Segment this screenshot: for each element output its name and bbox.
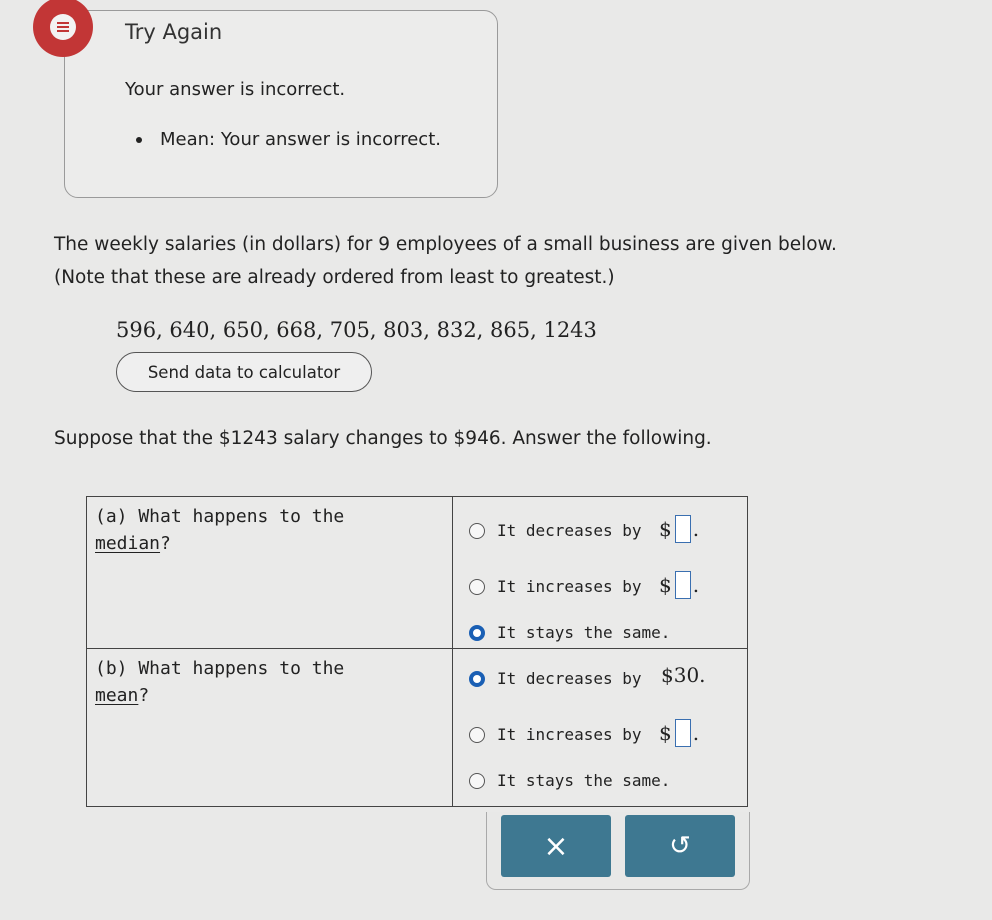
undo-icon: ↺	[669, 831, 691, 861]
part-b-option-same[interactable]: It stays the same.	[469, 771, 670, 790]
part-a-option-increase[interactable]: It increases by	[469, 577, 642, 596]
feedback-panel: Try Again Your answer is incorrect. Mean…	[33, 0, 498, 198]
dollar-sign: $	[659, 721, 672, 745]
action-bar: × ↺	[486, 812, 750, 890]
part-a-suffix: ?	[160, 533, 171, 554]
part-a-label: (a) What happens to the	[95, 506, 345, 527]
part-b-row: (b) What happens to the mean? It decreas…	[87, 649, 747, 806]
answer-table: (a) What happens to the median? It decre…	[86, 496, 748, 807]
answer-input-box[interactable]	[674, 571, 691, 599]
undo-button[interactable]: ↺	[625, 815, 735, 877]
problem-line-1: The weekly salaries (in dollars) for 9 e…	[54, 234, 837, 255]
option-label: It increases by	[497, 577, 642, 596]
radio-button[interactable]	[469, 772, 485, 789]
part-a-question: (a) What happens to the median?	[87, 497, 453, 648]
option-label: It decreases by	[497, 521, 642, 540]
answer-input-box[interactable]	[674, 719, 691, 747]
part-b-increase-amount: $.	[659, 719, 700, 747]
question-prompt: Suppose that the $1243 salary changes to…	[54, 428, 712, 449]
error-list-icon	[33, 0, 93, 57]
feedback-title: Try Again	[125, 20, 223, 44]
part-b-question: (b) What happens to the mean?	[87, 649, 453, 806]
median-link[interactable]: median	[95, 533, 160, 554]
dollar-sign: $	[659, 517, 672, 541]
dollar-sign: $	[659, 573, 672, 597]
part-a-row: (a) What happens to the median? It decre…	[87, 497, 747, 649]
option-label: It stays the same.	[497, 623, 671, 642]
radio-button[interactable]	[469, 578, 485, 595]
problem-statement: The weekly salaries (in dollars) for 9 e…	[54, 228, 954, 294]
part-a-option-same[interactable]: It stays the same.	[469, 623, 670, 642]
answer-input-box[interactable]	[674, 515, 691, 543]
feedback-bullet: Mean: Your answer is incorrect.	[136, 129, 441, 150]
option-label: It decreases by	[497, 669, 642, 688]
radio-button[interactable]	[469, 522, 485, 539]
part-b-label: (b) What happens to the	[95, 658, 345, 679]
mean-link[interactable]: mean	[95, 685, 138, 706]
send-to-calculator-button[interactable]: Send data to calculator	[116, 352, 372, 392]
radio-button-selected[interactable]	[469, 624, 485, 641]
part-b-option-decrease[interactable]: It decreases by	[469, 669, 642, 688]
radio-button-selected[interactable]	[469, 670, 485, 687]
option-label: It increases by	[497, 725, 642, 744]
part-b-decrease-amount: $30.	[661, 663, 706, 687]
feedback-message: Your answer is incorrect.	[125, 79, 346, 100]
close-icon: ×	[543, 828, 569, 864]
problem-line-2: (Note that these are already ordered fro…	[54, 267, 615, 288]
part-a-decrease-amount: $.	[659, 515, 700, 543]
salary-data: 596, 640, 650, 668, 705, 803, 832, 865, …	[116, 318, 597, 342]
part-b-suffix: ?	[138, 685, 150, 706]
part-b-option-increase[interactable]: It increases by	[469, 725, 642, 744]
clear-button[interactable]: ×	[501, 815, 611, 877]
part-a-increase-amount: $.	[659, 571, 700, 599]
radio-button[interactable]	[469, 726, 485, 743]
option-label: It stays the same.	[497, 771, 671, 790]
part-a-option-decrease[interactable]: It decreases by	[469, 521, 642, 540]
